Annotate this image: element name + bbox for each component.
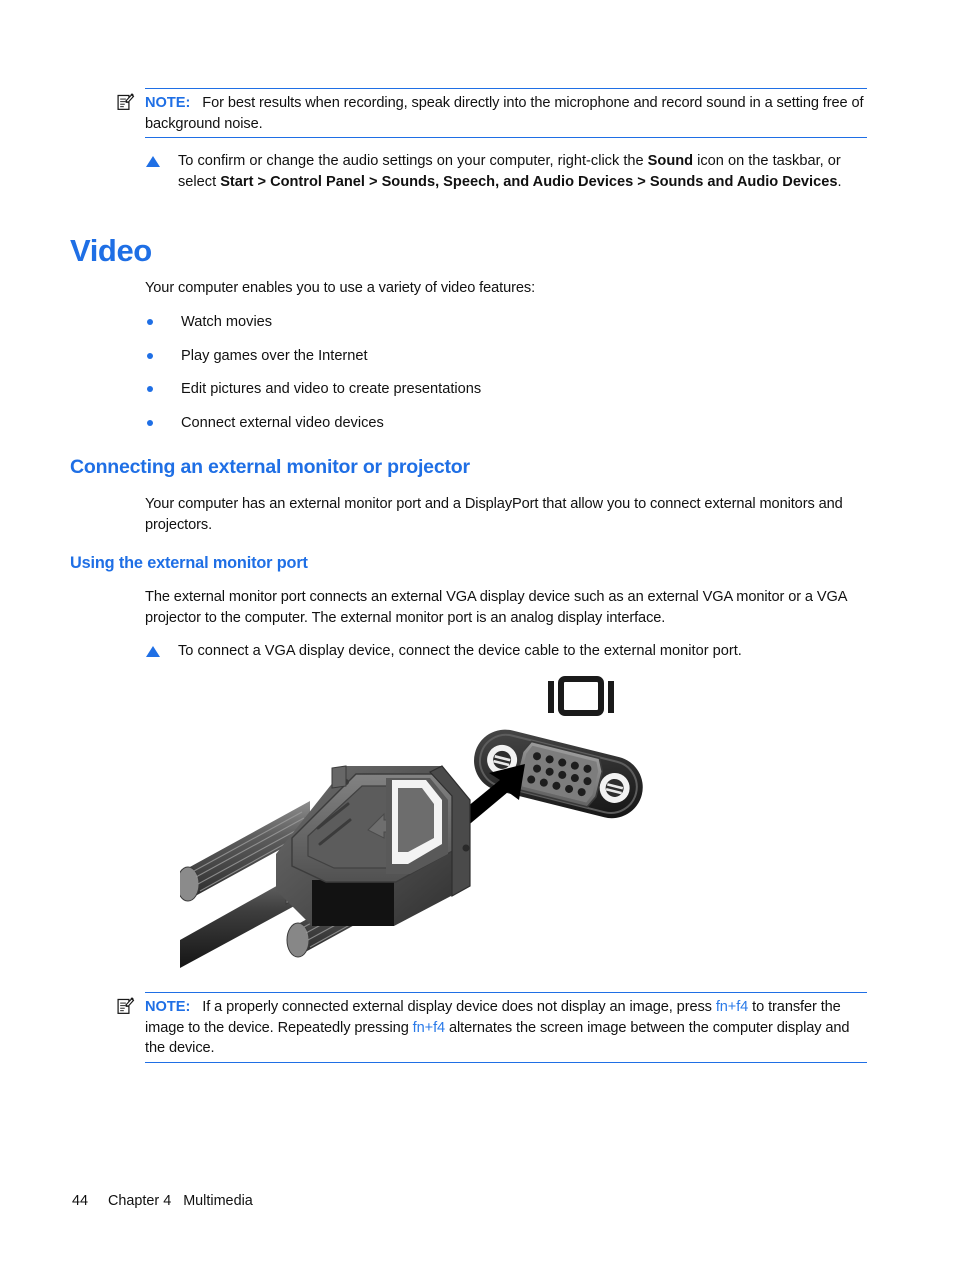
- list-item-label: Edit pictures and video to create presen…: [181, 381, 482, 397]
- vga-cable-connector: [176, 765, 471, 968]
- list-item-label: Connect external video devices: [181, 415, 384, 431]
- page-title-video: Video: [70, 233, 152, 268]
- audio-settings-step-text: To confirm or change the audio settings …: [178, 153, 842, 190]
- bullet-dot-icon: [147, 353, 153, 359]
- list-item: Watch movies: [147, 312, 847, 333]
- page-footer: 44 Chapter 4 Multimedia: [72, 1193, 253, 1209]
- bullet-dot-icon: [147, 319, 153, 325]
- vga-connect-step: To connect a VGA display device, connect…: [146, 641, 868, 662]
- using-port-paragraph: The external monitor port connects an ex…: [145, 589, 847, 626]
- list-item-label: Watch movies: [181, 314, 273, 330]
- list-item-label: Play games over the Internet: [181, 348, 368, 364]
- vga-connect-step-text: To connect a VGA display device, connect…: [178, 643, 742, 659]
- list-item: Edit pictures and video to create presen…: [147, 379, 847, 400]
- note-box-fn-f4: NOTE: If a properly connected external d…: [117, 992, 867, 1063]
- vga-connection-figure: [176, 668, 670, 980]
- note-pad-pencil-icon: [116, 997, 135, 1016]
- key-combo: fn+f4: [715, 999, 749, 1015]
- note-label: NOTE:: [145, 999, 191, 1015]
- note-label: NOTE:: [145, 95, 191, 111]
- triangle-bullet-icon: [146, 646, 160, 657]
- section-heading-connecting: Connecting an external monitor or projec…: [70, 456, 470, 478]
- bullet-dot-icon: [147, 386, 153, 392]
- note-bottom-rule: [145, 1061, 867, 1063]
- triangle-bullet-icon: [146, 156, 160, 167]
- connecting-paragraph: Your computer has an external monitor po…: [145, 496, 843, 533]
- note-content: NOTE: If a properly connected external d…: [117, 993, 867, 1062]
- audio-settings-step: To confirm or change the audio settings …: [146, 151, 868, 192]
- list-item: Play games over the Internet: [147, 346, 847, 367]
- document-page: NOTE: For best results when recording, s…: [0, 0, 954, 1270]
- section-heading-using-port: Using the external monitor port: [70, 554, 308, 572]
- note-content: NOTE: For best results when recording, s…: [117, 89, 867, 137]
- note-text: If a properly connected external display…: [145, 999, 850, 1056]
- note-text: For best results when recording, speak d…: [145, 95, 864, 132]
- key-combo: fn+f4: [412, 1019, 446, 1036]
- note-box-recording: NOTE: For best results when recording, s…: [117, 88, 867, 138]
- note-bottom-rule: [145, 137, 867, 138]
- note-pad-pencil-icon: [116, 93, 135, 112]
- bullet-dot-icon: [147, 420, 153, 426]
- video-intro-paragraph: Your computer enables you to use a varie…: [145, 280, 536, 296]
- external-monitor-icon: [548, 676, 614, 716]
- list-item: Connect external video devices: [147, 413, 847, 434]
